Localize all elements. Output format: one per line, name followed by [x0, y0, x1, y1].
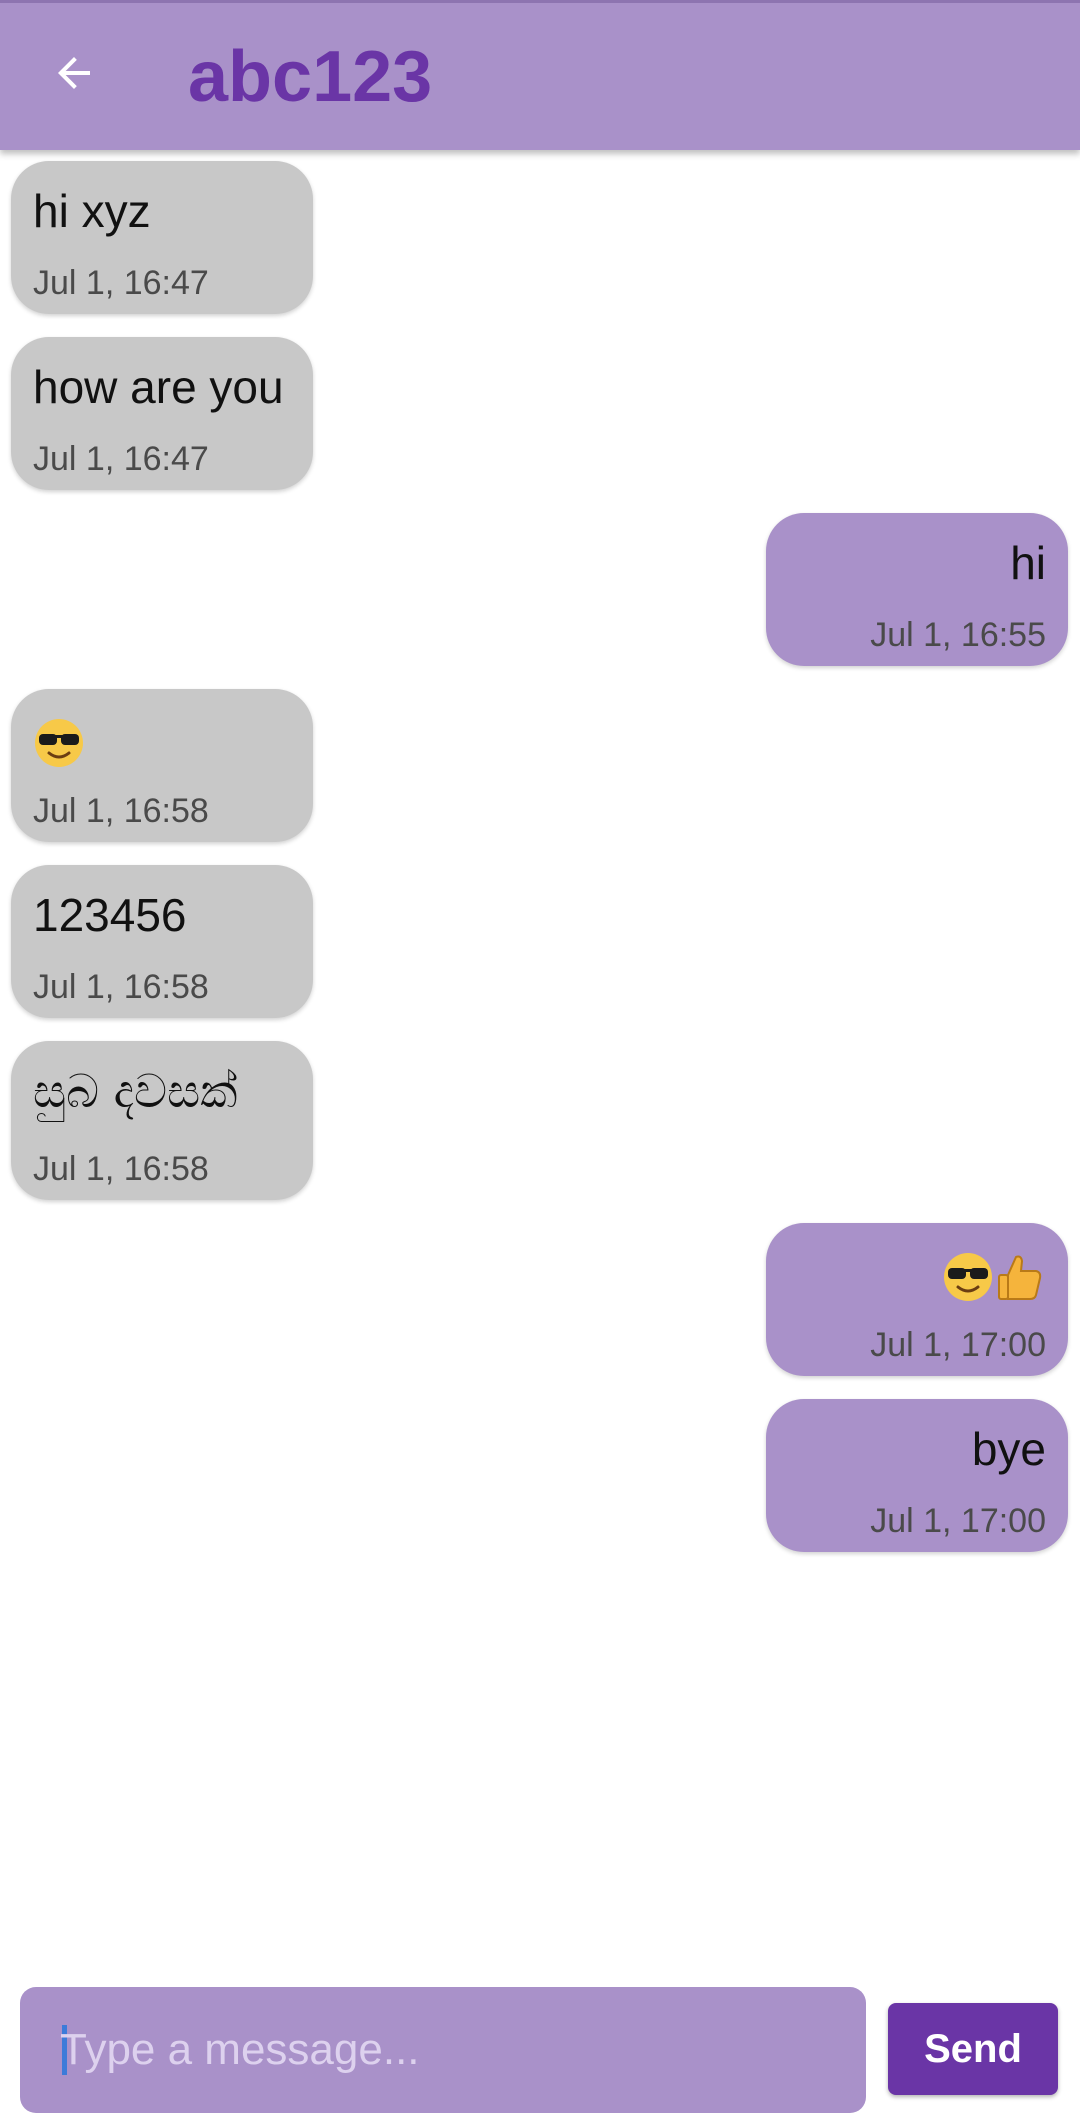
- thumbs-up-emoji-icon: [998, 1255, 1042, 1300]
- message-bubble-outgoing: Jul 1, 17:00: [766, 1223, 1068, 1376]
- message-text: how are you: [33, 361, 284, 413]
- message-text: hi: [1010, 537, 1046, 589]
- message-bubble-incoming: how are you Jul 1, 16:47: [11, 337, 313, 490]
- message-timestamp: Jul 1, 16:47: [33, 264, 209, 302]
- message-bubble-incoming: Jul 1, 16:58: [11, 689, 313, 842]
- message-timestamp: Jul 1, 16:55: [870, 616, 1046, 654]
- message-timestamp: Jul 1, 17:00: [870, 1502, 1046, 1540]
- message-timestamp: Jul 1, 16:58: [33, 1150, 209, 1188]
- message-timestamp: Jul 1, 16:58: [33, 968, 209, 1006]
- message-bubble-incoming: 123456 Jul 1, 16:58: [11, 865, 313, 1018]
- chat-title: abc123: [188, 37, 433, 117]
- sunglasses-emoji-icon: [944, 1252, 992, 1301]
- message-input[interactable]: [60, 1987, 840, 2113]
- message-text: [33, 711, 291, 769]
- message-text: bye: [971, 1423, 1046, 1475]
- message-bubble-incoming: hi xyz Jul 1, 16:47: [11, 161, 313, 314]
- message-timestamp: Jul 1, 16:47: [33, 440, 209, 478]
- message-text: hi xyz: [33, 185, 151, 237]
- message-bubble-outgoing: bye Jul 1, 17:00: [766, 1399, 1068, 1552]
- chat-screen: abc123 hi xyz Jul 1, 16:47 how are you J…: [0, 0, 1080, 2127]
- arrow-left-icon: [58, 57, 90, 89]
- message-timestamp: Jul 1, 16:58: [33, 792, 209, 830]
- app-bar: abc123: [0, 0, 1080, 150]
- message-text: සුබ දවසක්: [33, 1064, 238, 1118]
- send-button[interactable]: Send: [888, 2003, 1058, 2095]
- message-composer: [20, 1987, 866, 2113]
- back-button[interactable]: [36, 35, 112, 111]
- sunglasses-emoji-icon: [35, 718, 83, 767]
- message-text: 123456: [33, 889, 187, 941]
- message-bubble-outgoing: hi Jul 1, 16:55: [766, 513, 1068, 666]
- message-bubble-incoming: සුබ දවසක් Jul 1, 16:58: [11, 1041, 313, 1200]
- message-timestamp: Jul 1, 17:00: [870, 1326, 1046, 1364]
- message-text: [788, 1245, 1046, 1303]
